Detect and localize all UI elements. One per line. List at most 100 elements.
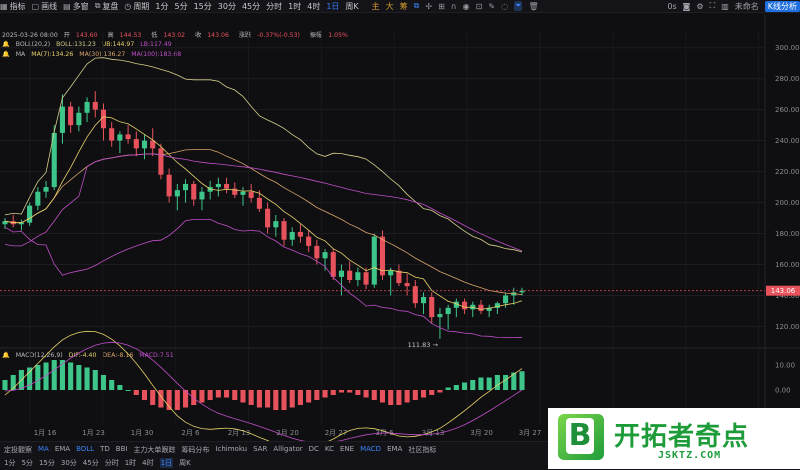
indicator-tab-14[interactable]: MACD [360,445,381,455]
date-tick-label: 1月 23 [82,429,105,437]
candle-body [68,106,74,126]
bottom-period-tab-3[interactable]: 30分 [61,458,77,468]
candle-body [224,183,230,189]
macd-bar [240,390,246,403]
candle-body [109,128,115,141]
indicator-tab-9[interactable]: SAR [253,445,267,455]
candle-body [133,139,139,149]
ma7-line [4,116,523,310]
bottom-period-tab-2[interactable]: 15分 [39,458,55,468]
indicator-tab-16[interactable]: 社区指标 [408,445,436,455]
candle-body [379,236,386,276]
macd-bar [330,390,336,395]
bottom-period-tab-6[interactable]: 1时 [125,458,136,468]
indicator-tab-3[interactable]: BOLL [76,445,94,455]
indicator-tab-5[interactable]: BBI [116,445,128,455]
macd-bar [117,385,123,390]
candle-body [445,307,451,315]
price-tick-label: 220.00 [775,168,800,176]
bottom-period-tab-1[interactable]: 5分 [21,458,32,468]
macd-bar [248,390,254,405]
macd-bar [420,390,427,398]
macd-bar [232,390,238,400]
macd-bar [150,390,156,405]
macd-bar [314,390,320,400]
macd-bar [224,390,230,398]
price-tick-label: 240.00 [775,137,800,145]
macd-bar [503,375,509,390]
candle-body [347,270,353,280]
bottom-period-tab-0[interactable]: 1分 [4,458,15,468]
candle-body [503,295,509,304]
macd-bar [76,365,82,390]
indicator-tab-8[interactable]: Ichimoku [215,445,247,455]
candle-body [338,270,345,277]
candle-body [429,297,435,318]
date-tick-label: 1月 16 [34,429,57,437]
candle-body [265,208,271,228]
indicator-tab-4[interactable]: TD [100,445,110,455]
candle-body [43,187,49,192]
macd-bar [462,382,468,390]
bottom-period-tab-4[interactable]: 45分 [83,458,99,468]
candle-body [215,183,221,188]
indicator-tab-0[interactable]: 定投觀察 [4,445,32,455]
candle-body [420,297,427,304]
candle-body [371,236,377,285]
macd-bar [494,375,500,390]
period-tabs: 1分 5分 15分 30分 45分 分时 1时 4时 1日 周K [4,458,197,468]
bottom-period-tab-8[interactable]: 1日 [159,458,174,468]
macd-bar [256,390,262,408]
candle-body [289,231,295,240]
watermark-logo-letter: B [566,418,594,454]
candle-body [248,191,254,198]
macd-bar [191,390,197,405]
candle-body [355,272,361,280]
current-price-tag-text: 143.06 [771,287,796,295]
indicator-tab-15[interactable]: EMA [387,445,402,455]
watermark-logo: B [558,414,604,460]
indicator-tab-11[interactable]: DC [309,445,319,455]
candle-body [412,286,418,304]
macd-bar [470,380,476,390]
candle-body [388,270,394,276]
macd-dea-line [4,341,523,441]
price-tick-label: 180.00 [775,230,800,238]
macd-bar [396,390,402,405]
candle-body [158,148,164,175]
candle-body [182,183,189,191]
indicator-tab-12[interactable]: KC [325,445,334,455]
bottom-period-tab-9[interactable]: 周K [179,458,191,468]
macd-bar [297,390,303,405]
indicator-tab-13[interactable]: ENE [340,445,354,455]
macd-bar [109,380,115,390]
bottom-period-tab-5[interactable]: 分时 [105,458,119,468]
indicator-tab-2[interactable]: EMA [55,445,70,455]
candle-body [297,231,303,237]
price-tick-label: 160.00 [775,261,800,269]
candle-body [191,183,197,200]
macd-bar [84,367,90,390]
candle-body [117,134,123,141]
indicator-tab-7[interactable]: 筹码分布 [181,445,209,455]
macd-bar [478,377,484,390]
candle-body [199,191,205,200]
macd-bar [437,390,443,393]
indicator-tab-1[interactable]: MA [38,445,49,455]
macd-bar [363,390,369,398]
bottom-period-tab-7[interactable]: 4时 [142,458,153,468]
date-tick-label: 1月 30 [131,429,154,437]
macd-bar [215,390,221,398]
candle-body [240,191,246,195]
macd-bar [141,390,148,400]
indicator-tab-10[interactable]: Alligator [273,445,302,455]
macd-bar [338,390,345,393]
macd-bar [379,390,386,403]
macd-bar [51,360,57,390]
indicator-tab-6[interactable]: 主力大单跟踪 [133,445,175,455]
price-tick-label: 260.00 [775,106,800,114]
price-chart[interactable]: 300.00 280.00 260.00 240.00 220.00 200.00 180.… [0,0,800,441]
candle-body [174,190,180,197]
candle-body [59,106,65,133]
watermark: B 开拓者奇点 JSKTZ.COM [548,408,800,469]
